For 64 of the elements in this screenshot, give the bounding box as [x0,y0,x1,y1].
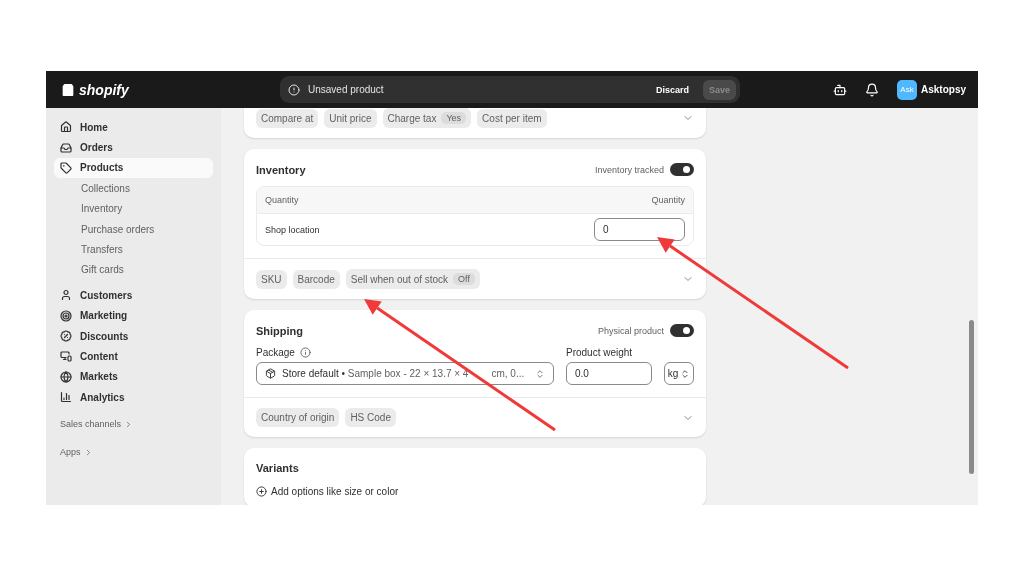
nav-subitem[interactable]: Collections [54,178,213,199]
unit-select[interactable]: kg [664,362,694,385]
nav-item[interactable]: Markets [54,366,213,388]
info-icon[interactable] [299,347,311,358]
tag-icon [60,161,72,174]
nav-item[interactable]: Discounts [54,325,213,347]
quantity-field[interactable]: 0 [594,218,685,241]
toggle-label: Inventory tracked [594,164,664,175]
robot-icon[interactable] [833,82,847,97]
box-icon [265,368,276,379]
nav-item[interactable]: Orders [54,137,213,158]
field-chip[interactable]: Cost per item [477,108,547,128]
alert-icon [288,83,300,96]
column-header: Quantity [265,195,299,205]
nav-item[interactable]: Home [54,117,213,138]
chevrons-icon [535,368,545,379]
person-icon [60,289,72,302]
user-name[interactable]: Asktopsy [921,84,966,95]
toggle-switch[interactable] [670,324,694,337]
house-icon [60,121,72,134]
field-label: Package [256,347,295,358]
bar-chart-icon [60,391,72,404]
chevrons-icon [680,368,691,379]
nav-item[interactable]: Customers [54,285,213,306]
column-header: Quantity [651,195,685,205]
field-label: Product weight [566,347,633,358]
globe-icon [60,370,72,383]
card-title: Variants [256,462,299,474]
field-chip[interactable]: SKU [256,269,287,289]
table-cell: Shop location [265,224,320,235]
badge-icon [60,330,72,343]
nav-section[interactable]: Apps [54,447,213,458]
chip-value: Yes [441,112,467,124]
scrollbar-thumb[interactable] [969,320,974,474]
card-title: Shipping [256,324,304,337]
monitor-icon [60,350,72,363]
nav-item[interactable]: Marketing [54,305,213,326]
nav-item[interactable]: Products [54,157,213,179]
field-chip[interactable]: HS Code [345,408,396,427]
nav-subitem[interactable]: Inventory [54,198,213,219]
inbox-icon [60,141,72,154]
nav-item[interactable]: Content [54,346,213,367]
add-options-link[interactable]: Add options like size or color [271,486,399,497]
nav-subitem[interactable]: Purchase orders [54,218,213,240]
bell-icon[interactable] [865,82,879,97]
nav-subitem[interactable]: Gift cards [54,259,213,281]
nav-section[interactable]: Sales channels [54,419,213,430]
field-chip[interactable]: Unit price [324,108,377,128]
weight-field[interactable]: 0.0 [566,362,652,385]
chip-value: Off [453,273,475,285]
nav-subitem[interactable]: Transfers [54,239,213,260]
toggle-switch[interactable] [670,163,694,176]
logo-text: shopify [79,81,129,98]
field-chip[interactable]: Charge tax Yes [382,108,472,128]
notice-text: Unsaved product [308,84,385,95]
field-chip[interactable]: Compare at [256,108,319,128]
toggle-label: Physical product [597,325,664,336]
target-icon [60,309,72,322]
card-title: Inventory [256,163,306,176]
field-chip[interactable]: Country of origin [256,408,340,427]
nav-item[interactable]: Analytics [54,387,213,408]
field-chip[interactable]: Barcode [292,269,340,289]
plus-circle-icon [256,486,267,497]
field-chip[interactable]: Sell when out of stock Off [345,269,480,289]
